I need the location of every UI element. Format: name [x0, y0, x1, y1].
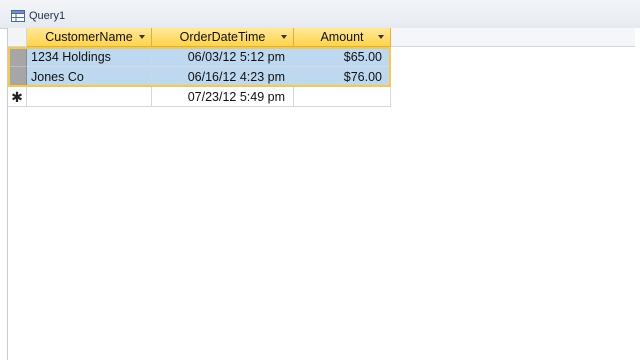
tab-title: Query1: [29, 9, 66, 22]
column-header-label: CustomerName: [45, 30, 133, 44]
column-header-orderdatetime[interactable]: OrderDateTime: [152, 28, 294, 47]
datasheet-grid[interactable]: CustomerName OrderDateTime Amount 1234 H…: [7, 28, 640, 360]
record-selector[interactable]: [8, 47, 27, 67]
cell-amount[interactable]: $65.00: [294, 47, 391, 67]
document-tab-strip: Query1: [0, 0, 640, 29]
cell-amount[interactable]: $76.00: [294, 67, 391, 87]
column-header-customername[interactable]: CustomerName: [27, 28, 152, 47]
select-all-box[interactable]: [8, 28, 27, 47]
cell-orderdatetime[interactable]: 06/16/12 4:23 pm: [152, 67, 294, 87]
tab-query1[interactable]: Query1: [7, 4, 75, 27]
cell-orderdatetime[interactable]: 06/03/12 5:12 pm: [152, 47, 294, 67]
column-header-label: Amount: [320, 30, 364, 44]
cell-customername[interactable]: 1234 Holdings: [27, 47, 152, 67]
cell-amount[interactable]: [294, 87, 391, 107]
cell-customername[interactable]: Jones Co: [27, 67, 152, 87]
new-record-marker-icon: ✱: [8, 87, 27, 107]
cell-customername[interactable]: [27, 87, 152, 107]
dropdown-arrow-icon[interactable]: [139, 35, 145, 39]
column-header-amount[interactable]: Amount: [294, 28, 391, 47]
table-row[interactable]: Jones Co 06/16/12 4:23 pm $76.00: [8, 67, 391, 87]
query-datasheet-icon: [11, 9, 25, 22]
header-row: CustomerName OrderDateTime Amount: [8, 28, 635, 47]
cell-orderdatetime[interactable]: 07/23/12 5:49 pm: [152, 87, 294, 107]
table-row[interactable]: 1234 Holdings 06/03/12 5:12 pm $65.00: [8, 47, 391, 67]
record-selector[interactable]: [8, 67, 27, 87]
dropdown-arrow-icon[interactable]: [281, 35, 287, 39]
dropdown-arrow-icon[interactable]: [378, 35, 384, 39]
header-empty-area: [391, 28, 635, 47]
new-record-row[interactable]: ✱ 07/23/12 5:49 pm: [8, 87, 391, 107]
column-header-label: OrderDateTime: [179, 30, 266, 44]
